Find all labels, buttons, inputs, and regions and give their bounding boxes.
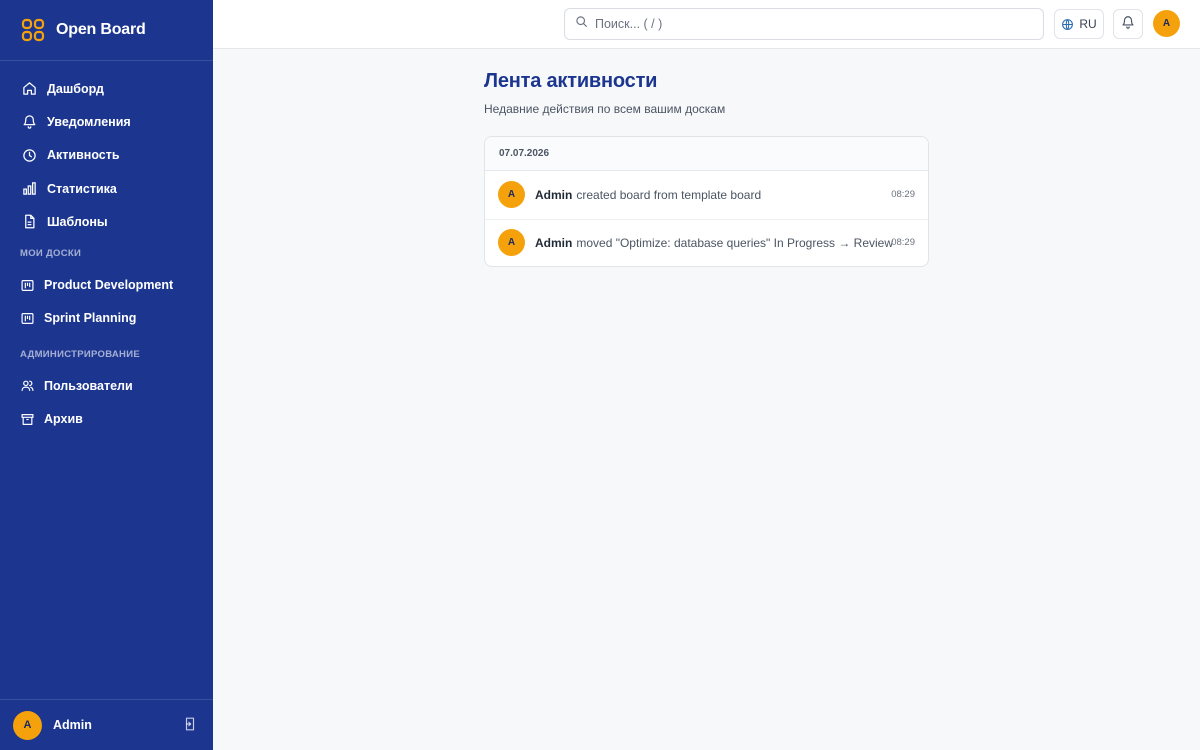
search-input[interactable]: [595, 17, 1015, 31]
document-icon: [21, 214, 37, 230]
board-icon: [21, 279, 34, 292]
page-title: Лента активности: [484, 70, 658, 92]
sidebar-user: A Admin: [0, 699, 213, 750]
activity-text: Admin created board from template board: [535, 188, 761, 202]
sidebar-item-label: Product Development: [44, 278, 174, 293]
bell-icon: [21, 114, 37, 130]
activity-time: 08:29: [891, 237, 915, 249]
activity-description: created board from template board: [576, 187, 762, 202]
sidebar-item-templates[interactable]: Шаблоны: [0, 205, 213, 238]
sidebar-item-label: Статистика: [47, 181, 117, 196]
activity-actor[interactable]: Admin: [535, 188, 572, 202]
topbar: RU A: [213, 0, 1200, 49]
avatar: A: [498, 229, 525, 257]
users-icon: [21, 379, 34, 392]
brand[interactable]: Open Board: [0, 0, 213, 61]
sidebar-nav: Дашборд Уведомления Активность Статистик…: [0, 61, 213, 436]
language-label: RU: [1079, 17, 1097, 31]
search-box[interactable]: [564, 8, 1044, 40]
archive-icon: [21, 413, 34, 426]
sidebar-item-label: Активность: [47, 148, 120, 163]
brand-name: Open Board: [56, 21, 146, 38]
search-icon: [575, 15, 588, 33]
sidebar-item-statistics[interactable]: Статистика: [0, 172, 213, 205]
sidebar-item-label: Архив: [44, 412, 83, 427]
activity-text: Admin moved "Optimize: database queries" …: [535, 236, 893, 250]
section-heading-admin: АДМИНИСТРИРОВАНИЕ: [20, 348, 140, 360]
logout-icon[interactable]: [183, 716, 197, 732]
user-name: Admin: [53, 718, 92, 732]
user-avatar[interactable]: A: [1153, 10, 1180, 37]
board-icon: [21, 312, 34, 325]
notifications-button[interactable]: [1113, 9, 1143, 39]
sidebar-item-archive[interactable]: Архив: [0, 402, 213, 435]
activity-description: moved "Optimize: database queries" In Pr…: [576, 235, 894, 250]
globe-icon: [1061, 18, 1074, 31]
sidebar-item-label: Уведомления: [47, 114, 131, 129]
logo-icon: [21, 18, 45, 42]
avatar: A: [498, 181, 525, 209]
sidebar-item-label: Sprint Planning: [44, 311, 137, 326]
activity-item: A Admin moved "Optimize: database queries…: [485, 218, 928, 267]
activity-time: 08:29: [891, 189, 915, 201]
sidebar-item-board-sprint-planning[interactable]: Sprint Planning: [0, 302, 213, 335]
activity-item: A Admin created board from template board…: [485, 171, 928, 219]
sidebar-item-label: Дашборд: [47, 81, 104, 96]
sidebar-item-activity[interactable]: Активность: [0, 139, 213, 172]
bar-chart-icon: [21, 181, 37, 197]
sidebar-item-board-product-development[interactable]: Product Development: [0, 268, 213, 301]
avatar[interactable]: A: [13, 710, 42, 740]
language-button[interactable]: RU: [1054, 9, 1104, 39]
bell-icon: [1121, 15, 1135, 34]
activity-actor[interactable]: Admin: [535, 236, 572, 250]
activity-feed-page: Лента активности Недавние действия по вс…: [484, 70, 929, 267]
section-heading-boards: МОИ ДОСКИ: [20, 247, 82, 259]
sidebar-item-notifications[interactable]: Уведомления: [0, 105, 213, 138]
home-icon: [21, 81, 37, 97]
group-date: 07.07.2026: [485, 137, 928, 171]
sidebar-item-dashboard[interactable]: Дашборд: [0, 72, 213, 105]
sidebar-item-label: Шаблоны: [47, 214, 108, 229]
sidebar-item-users[interactable]: Пользователи: [0, 369, 213, 402]
sidebar: Open Board Дашборд Уведомления Активност…: [0, 0, 213, 750]
clock-icon: [21, 147, 37, 163]
activity-group: 07.07.2026 A Admin created board from tem…: [484, 136, 929, 267]
page-subtitle: Недавние действия по всем вашим доскам: [484, 102, 726, 116]
sidebar-item-label: Пользователи: [44, 378, 133, 393]
